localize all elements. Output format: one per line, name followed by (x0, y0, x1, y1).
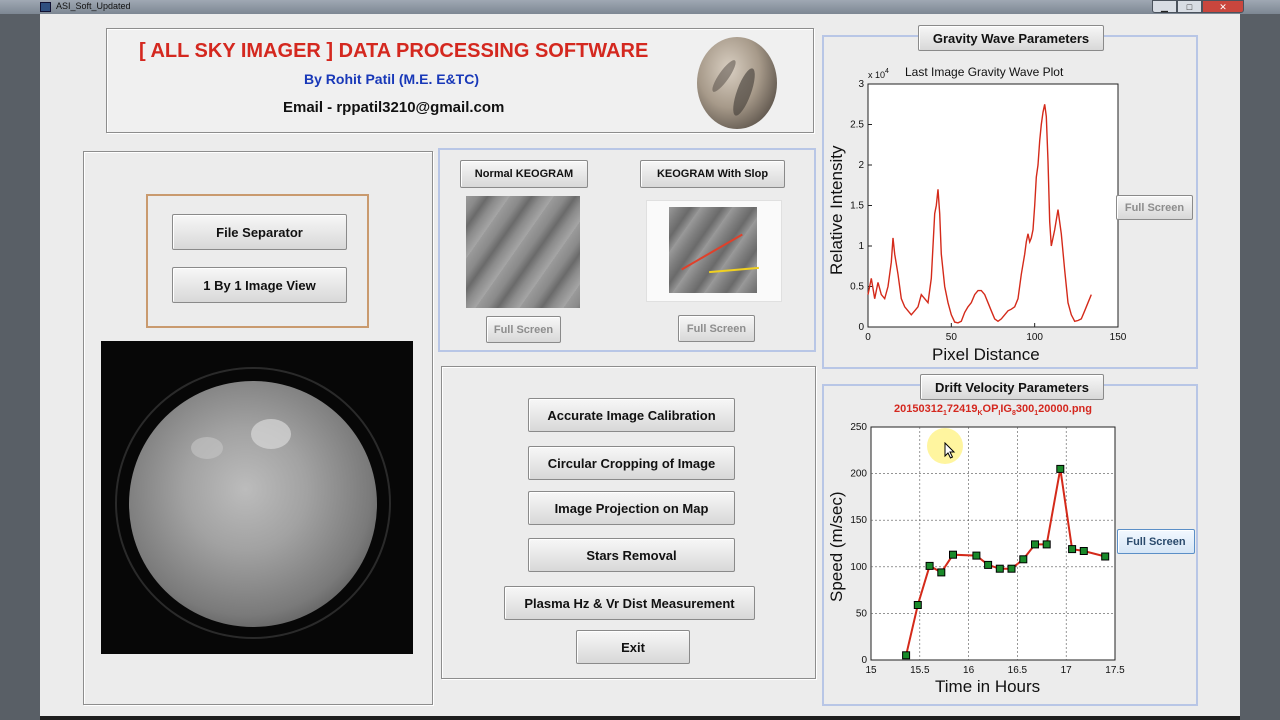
drift-xtick-label: 15 (865, 665, 877, 676)
window-titlebar[interactable]: ASI_Soft_Updated (0, 0, 1280, 14)
gravity-ytick-label: 2 (858, 160, 864, 171)
drift-data-point (1079, 547, 1088, 555)
actions-panel: Accurate Image Calibration Circular Crop… (441, 366, 816, 679)
gravity-chart-title: Last Image Gravity Wave Plot (905, 65, 1064, 79)
sky-thumbnail (697, 37, 777, 129)
all-sky-image (101, 341, 413, 654)
drift-data-point (913, 601, 922, 609)
drift-xtick-label: 17.5 (1105, 665, 1125, 676)
exit-button[interactable]: Exit (576, 630, 690, 664)
drift-data-point (1031, 540, 1039, 549)
author-text: By Rohit Patil (M.E. E&TC) (304, 71, 479, 87)
drift-data-point (1068, 545, 1077, 554)
drift-data-point (1042, 540, 1051, 549)
slope-keogram-image (646, 200, 782, 302)
gravity-ytick-label: 0.5 (850, 282, 864, 293)
right-background (1240, 14, 1280, 720)
drift-chart-ylabel: Speed (m/sec) (827, 491, 846, 602)
gravity-ytick-label: 1.5 (850, 201, 864, 212)
gravity-ytick-label: 1 (858, 241, 864, 252)
drift-plot-area (870, 426, 1116, 661)
gravity-wave-fullscreen-button[interactable]: Full Screen (1116, 195, 1193, 220)
slope-line-2 (709, 266, 759, 274)
drift-data-point (925, 561, 934, 570)
drift-velocity-fullscreen-button[interactable]: Full Screen (1117, 529, 1195, 554)
gravity-chart-multiplier: x 104 (868, 68, 889, 80)
gravity-xtick-label: 50 (946, 332, 958, 343)
thumbnail-streak (728, 66, 760, 118)
drift-xtick-label: 17 (1061, 665, 1073, 676)
drift-ytick-label: 250 (850, 422, 867, 433)
drift-ytick-label: 150 (850, 515, 867, 526)
drift-ytick-label: 100 (850, 562, 867, 573)
drift-data-point (1056, 464, 1065, 473)
drift-chart-title: 20150312172419KOPIIG8300120000.png (894, 403, 1092, 417)
maximize-button[interactable]: □ (1177, 0, 1202, 13)
drift-ytick-label: 200 (850, 469, 867, 480)
left-panel: File Separator 1 By 1 Image View (83, 151, 433, 705)
gravity-ytick-label: 0 (858, 322, 864, 333)
gravity-xtick-label: 0 (865, 332, 871, 343)
app-icon (40, 2, 51, 12)
gravity-chart-ylabel: Relative Intensity (827, 145, 846, 275)
app-title: [ ALL SKY IMAGER ] DATA PROCESSING SOFTW… (139, 40, 649, 62)
drift-data-point (937, 568, 946, 577)
minimize-button[interactable]: ▁ (1152, 0, 1177, 13)
gravity-wave-chart: Last Image Gravity Wave Plot x 104 0 50 10… (827, 65, 1127, 364)
drift-data-point (1101, 552, 1110, 561)
image-calibration-button[interactable]: Accurate Image Calibration (528, 398, 735, 432)
gravity-wave-title: Gravity Wave Parameters (918, 25, 1104, 51)
thumbnail-streak-2 (709, 57, 739, 95)
drift-data-point (1019, 555, 1028, 564)
left-background (0, 14, 40, 720)
keogram-slope-button[interactable]: KEOGRAM With Slop (640, 160, 785, 188)
drift-ytick-label: 50 (856, 608, 868, 619)
window-controls: ▁ □ ✕ (1152, 0, 1244, 14)
gravity-ytick-label: 3 (858, 79, 864, 90)
drift-xtick-label: 15.5 (910, 665, 930, 676)
circular-cropping-button[interactable]: Circular Cropping of Image (528, 446, 735, 480)
header-panel: [ ALL SKY IMAGER ] DATA PROCESSING SOFTW… (106, 28, 814, 133)
drift-data-point (1007, 564, 1016, 573)
slope-keogram-fullscreen-button[interactable]: Full Screen (678, 315, 755, 342)
file-buttons-group: File Separator 1 By 1 Image View (146, 194, 369, 328)
gravity-xtick-label: 150 (1110, 332, 1127, 343)
gravity-ytick-label: 2.5 (850, 120, 864, 131)
slope-keogram-plot (669, 207, 759, 293)
keogram-panel: Normal KEOGRAM KEOGRAM With Slop Full Sc… (438, 148, 816, 352)
drift-chart-xlabel: Time in Hours (935, 677, 1040, 696)
close-button[interactable]: ✕ (1202, 0, 1244, 13)
drift-data-point (902, 651, 911, 660)
drift-xtick-label: 16.5 (1008, 665, 1028, 676)
one-by-one-view-button[interactable]: 1 By 1 Image View (172, 267, 347, 303)
drift-velocity-title: Drift Velocity Parameters (920, 374, 1104, 400)
mouse-cursor-icon (944, 442, 956, 459)
gravity-xtick-label: 100 (1026, 332, 1043, 343)
drift-ytick-label: 0 (861, 655, 867, 666)
image-projection-button[interactable]: Image Projection on Map (528, 491, 735, 525)
window-title: ASI_Soft_Updated (56, 1, 131, 11)
normal-keogram-button[interactable]: Normal KEOGRAM (460, 160, 588, 188)
drift-data-point (972, 551, 981, 560)
drift-data-point (949, 550, 957, 559)
gravity-plot-area (867, 83, 1119, 328)
drift-data-point (995, 564, 1004, 573)
bottom-edge (40, 716, 1240, 720)
plasma-measurement-button[interactable]: Plasma Hz & Vr Dist Measurement (504, 586, 755, 620)
stars-removal-button[interactable]: Stars Removal (528, 538, 735, 572)
slope-line (681, 233, 743, 271)
drift-velocity-chart: 20150312172419KOPIIG8300120000.png 15 15.… (827, 403, 1125, 696)
drift-data-point (984, 560, 993, 569)
email-text: Email - rppatil3210@gmail.com (283, 99, 505, 116)
drift-xtick-label: 16 (963, 665, 975, 676)
fisheye-rim (115, 367, 391, 639)
normal-keogram-fullscreen-button[interactable]: Full Screen (486, 316, 561, 343)
gravity-chart-xlabel: Pixel Distance (932, 345, 1040, 364)
file-separator-button[interactable]: File Separator (172, 214, 347, 250)
normal-keogram-image (466, 196, 580, 308)
